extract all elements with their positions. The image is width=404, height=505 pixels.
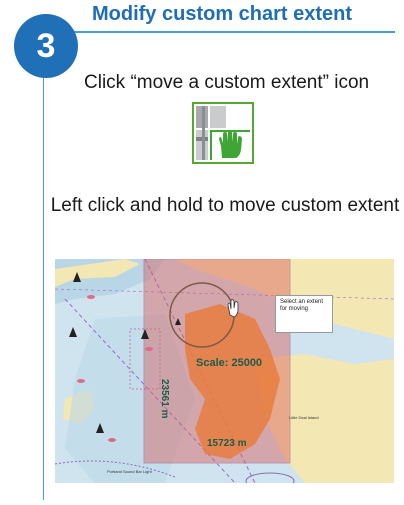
header-divider xyxy=(60,31,395,33)
step-title: Modify custom chart extent xyxy=(92,3,353,25)
extent-height-label: 23561 m xyxy=(159,379,170,419)
place-label: Little Deal Island xyxy=(289,415,319,420)
nautical-chart xyxy=(55,259,394,483)
chart-map-view[interactable]: Select an extent for moving Scale: 25000… xyxy=(55,259,394,483)
instruction-click-icon: Click “move a custom extent” icon xyxy=(84,72,370,93)
extent-width-label: 15723 m xyxy=(207,438,247,449)
move-custom-extent-icon[interactable] xyxy=(192,102,254,164)
scale-label: Scale: 25000 xyxy=(196,357,263,369)
select-extent-tooltip: Select an extent for moving xyxy=(275,295,333,333)
left-divider xyxy=(43,78,44,500)
instruction-drag-extent: Left click and hold to move custom exten… xyxy=(50,195,400,216)
place-label: Portland Sound Bar Light xyxy=(107,469,152,474)
step-number-badge: 3 xyxy=(14,14,78,78)
